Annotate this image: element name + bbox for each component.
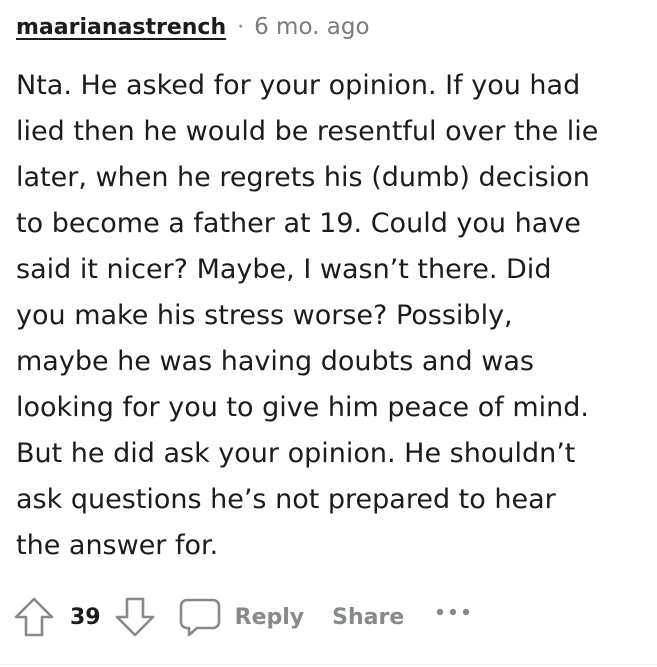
meta-separator: · — [237, 14, 245, 40]
comment-meta: maarianastrench · 6 mo. ago — [16, 12, 370, 42]
comment-divider — [0, 664, 657, 665]
comment-line: ask questions he’s not prepared to hear — [16, 484, 556, 515]
comment-body: Nta. He asked for your opinion. If you h… — [16, 63, 641, 569]
comment-line: to become a father at 19. Could you have — [16, 208, 581, 239]
comment-line: the answer for. — [16, 530, 219, 561]
upvote-arrow-icon[interactable] — [12, 595, 56, 639]
comment-line: maybe he was having doubts and was — [16, 346, 534, 377]
share-button[interactable]: Share — [332, 605, 404, 630]
comment-card: maarianastrench · 6 mo. ago Nta. He aske… — [0, 0, 657, 667]
comment-actions: 39 Reply Share — [12, 594, 471, 640]
comment-line: later, when he regrets his (dumb) decisi… — [16, 162, 590, 193]
more-options-icon[interactable] — [435, 602, 471, 621]
comment-line: looking for you to give him peace of min… — [16, 392, 589, 423]
comment-line: you make his stress worse? Possibly, — [16, 300, 513, 331]
comment-line: Nta. He asked for your opinion. If you h… — [16, 70, 581, 101]
vote-score: 39 — [70, 604, 101, 630]
reply-button[interactable]: Reply — [179, 596, 305, 638]
speech-bubble-icon — [179, 596, 221, 638]
reply-label: Reply — [234, 604, 305, 630]
downvote-arrow-icon[interactable] — [113, 595, 157, 639]
comment-line: But he did ask your opinion. He shouldn’… — [16, 438, 576, 469]
comment-line: lied then he would be resentful over the… — [16, 116, 599, 147]
comment-author-link[interactable]: maarianastrench — [16, 15, 226, 40]
comment-timestamp[interactable]: 6 mo. ago — [254, 14, 369, 40]
comment-line: said it nicer? Maybe, I wasn’t there. Di… — [16, 254, 552, 285]
